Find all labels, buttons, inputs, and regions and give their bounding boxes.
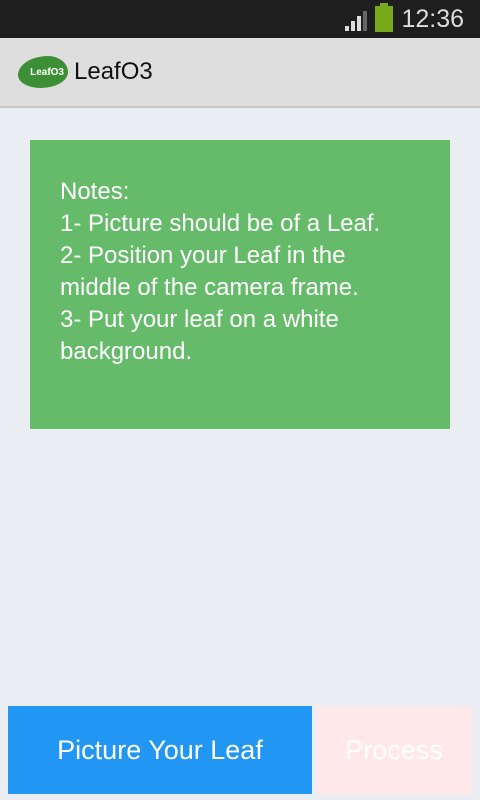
- app-title: LeafO3: [74, 58, 153, 85]
- signal-icon: [345, 11, 368, 31]
- status-bar: 12:36: [0, 0, 480, 38]
- process-button[interactable]: Process: [316, 706, 472, 794]
- clock: 12:36: [401, 4, 464, 33]
- leaf-logo-icon: LeafO3: [18, 56, 68, 88]
- app-bar: LeafO3 LeafO3: [0, 38, 480, 108]
- notes-panel: Notes: 1- Picture should be of a Leaf. 2…: [30, 140, 450, 429]
- picture-your-leaf-button[interactable]: Picture Your Leaf: [8, 706, 312, 794]
- battery-icon: [375, 3, 394, 32]
